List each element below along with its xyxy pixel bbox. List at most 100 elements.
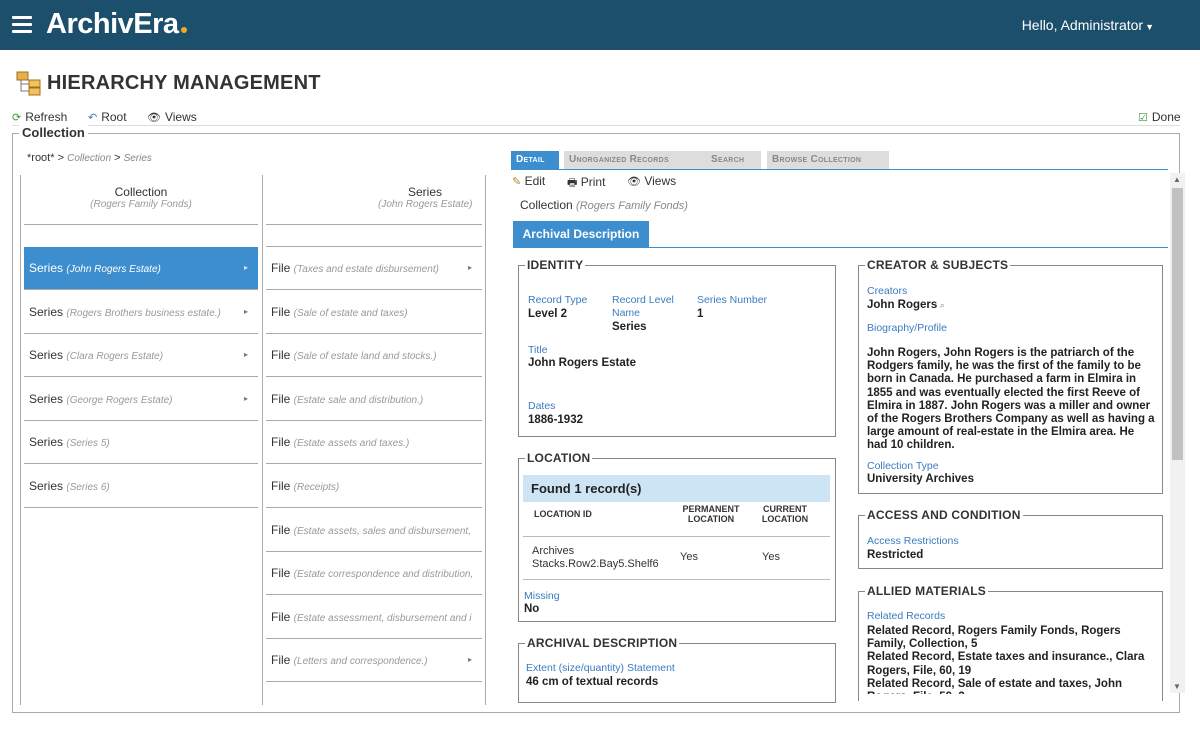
creator-subjects-legend: CREATOR & SUBJECTS — [865, 258, 1011, 272]
file-row[interactable]: File (Estate correspondence and distribu… — [266, 552, 482, 596]
missing-value: No — [524, 603, 540, 615]
related-record-item[interactable]: Related Record, Rogers Family Fonds, Rog… — [867, 625, 1157, 651]
collection-column-header: Collection (Rogers Family Fonds) — [90, 185, 192, 210]
expand-arrow-icon[interactable]: ▸ — [244, 334, 248, 376]
right-views-button[interactable]: 👁 Views — [627, 174, 676, 188]
file-row[interactable]: File (Estate sale and distribution.) — [266, 378, 482, 421]
related-record-item[interactable]: Related Record, Sale of estate and taxes… — [867, 678, 1157, 694]
collection-legend: Collection — [19, 125, 88, 140]
edit-button[interactable]: ✎ Edit — [512, 174, 545, 188]
eye-icon: 👁 — [627, 176, 641, 188]
row-name: (Estate correspondence and distribution, — [293, 569, 474, 581]
row-type: File — [271, 435, 294, 450]
table-divider — [523, 536, 830, 537]
expand-arrow-icon[interactable]: ▸ — [244, 247, 248, 289]
file-row[interactable]: File (Sale of estate and taxes) — [266, 291, 482, 334]
pencil-icon: ✎ — [512, 176, 522, 188]
series-row[interactable]: Series (Series 6) — [24, 465, 258, 508]
series-row[interactable]: Series (Series 5) — [24, 421, 258, 465]
location-id-header: LOCATION ID — [534, 509, 592, 519]
user-menu[interactable]: Hello, Administrator ▼ — [1022, 17, 1154, 33]
series-row[interactable]: Series (John Rogers Estate) ▸ — [24, 247, 258, 290]
file-row[interactable]: File (Estate assets, sales and disbursem… — [266, 509, 482, 552]
search-icon[interactable]: ⌕ — [937, 300, 945, 310]
scroll-down-icon[interactable]: ▼ — [1173, 682, 1181, 691]
file-row[interactable]: File (Sale of estate land and stocks.) — [266, 334, 482, 378]
tab-browse-collection[interactable]: Browse Collection — [767, 151, 889, 169]
refresh-icon: ⟳ — [12, 112, 22, 124]
location-id-cell[interactable]: Archives Stacks.Row2.Bay5.Shelf6 — [532, 545, 659, 571]
detail-scrollbar[interactable]: ▲ ▼ — [1170, 173, 1185, 693]
row-name: (John Rogers Estate) — [66, 264, 161, 275]
record-level-label: Record Level — [612, 294, 674, 306]
permanent-location-header: PERMANENT LOCATION — [682, 504, 740, 524]
related-record-item[interactable]: Related Record, Estate taxes and insuran… — [867, 651, 1157, 677]
breadcrumb-collection[interactable]: Collection — [67, 153, 111, 164]
title-value: John Rogers Estate — [528, 357, 636, 369]
current-location-header: CURRENT LOCATION — [761, 504, 809, 524]
views-button[interactable]: 👁 Views — [147, 110, 197, 124]
record-type-label: Record Type — [528, 294, 588, 306]
file-row[interactable]: File (Estate assessment, disbursement an… — [266, 596, 482, 639]
extent-value: 46 cm of textual records — [526, 676, 659, 688]
creators-label: Creators — [867, 285, 908, 297]
series-column-header: Series (John Rogers Estate) — [378, 185, 473, 210]
refresh-button[interactable]: ⟳ Refresh — [12, 110, 67, 124]
breadcrumb-root[interactable]: *root* — [27, 152, 55, 164]
expand-arrow-icon[interactable]: ▸ — [244, 291, 248, 333]
series-row[interactable]: Series (Rogers Brothers business estate.… — [24, 291, 258, 334]
file-row[interactable]: File (Receipts) — [266, 465, 482, 508]
tab-detail[interactable]: Detail — [511, 151, 559, 169]
print-button[interactable]: 🖶 Print — [567, 174, 605, 193]
collection-type-label: Collection Type — [867, 460, 939, 472]
biography-label: Biography/Profile — [867, 322, 947, 334]
file-row[interactable]: File (Taxes and estate disbursement) ▸ — [266, 247, 482, 290]
related-records-list: Related Record, Rogers Family Fonds, Rog… — [867, 625, 1157, 694]
collection-type-value: University Archives — [867, 473, 974, 485]
missing-label: Missing — [524, 590, 560, 602]
allied-materials-legend: ALLIED MATERIALS — [865, 584, 988, 598]
extent-label: Extent (size/quantity) Statement — [526, 662, 675, 674]
row-type: Series — [29, 261, 67, 275]
biography-text: John Rogers, John Rogers is the patriarc… — [867, 347, 1155, 452]
scroll-up-icon[interactable]: ▲ — [1173, 175, 1181, 184]
archival-description-legend: ARCHIVAL DESCRIPTION — [525, 636, 680, 650]
hamburger-menu-icon[interactable] — [12, 16, 32, 33]
tab-search[interactable]: Search — [706, 151, 761, 169]
root-button[interactable]: ↶ Root — [88, 110, 127, 124]
creator-value[interactable]: John Rogers ⌕ — [867, 299, 945, 312]
access-restrictions-value: Restricted — [867, 549, 924, 561]
permanent-location-cell: Yes — [680, 551, 698, 563]
identity-legend: IDENTITY — [525, 258, 586, 272]
expand-arrow-icon[interactable]: ▸ — [468, 639, 472, 681]
current-location-cell: Yes — [762, 551, 780, 563]
record-type-value: Level 2 — [528, 308, 567, 320]
expand-arrow-icon[interactable]: ▸ — [468, 247, 472, 289]
top-bar: ArchivEra Hello, Administrator ▼ — [0, 0, 1200, 50]
identity-fieldset — [518, 265, 836, 437]
row-name: (Taxes and estate disbursement) — [293, 264, 439, 275]
scrollbar-thumb[interactable] — [1172, 188, 1183, 460]
series-row[interactable]: Series (Clara Rogers Estate) ▸ — [24, 334, 258, 378]
related-records-label: Related Records — [867, 610, 946, 622]
file-row[interactable]: File (Estate assets and taxes.) — [266, 421, 482, 465]
title-label: Title — [528, 344, 548, 356]
record-level-label-2: Name — [612, 307, 641, 319]
expand-arrow-icon[interactable]: ▸ — [244, 378, 248, 420]
app-logo[interactable]: ArchivEra — [46, 8, 187, 41]
done-button[interactable]: ☑ Done — [1138, 110, 1181, 124]
row-name: (Series 5) — [66, 438, 110, 450]
tab-unorganized-records[interactable]: Unorganized Records — [564, 151, 711, 169]
series-row[interactable]: Series (George Rogers Estate) ▸ — [24, 378, 258, 421]
row-name: (Sale of estate and taxes) — [293, 307, 408, 319]
table-divider — [523, 579, 830, 580]
location-legend: LOCATION — [525, 451, 593, 465]
dates-value: 1886-1932 — [528, 414, 583, 426]
page-title: HIERARCHY MANAGEMENT — [47, 72, 321, 94]
file-row[interactable]: File (Letters and correspondence.) ▸ — [266, 639, 482, 683]
row-type: Series — [29, 391, 67, 406]
archival-description-tab[interactable]: Archival Description — [513, 221, 649, 247]
record-level-value: Series — [612, 321, 647, 333]
breadcrumb-series[interactable]: Series — [124, 153, 152, 164]
dates-label: Dates — [528, 400, 556, 412]
